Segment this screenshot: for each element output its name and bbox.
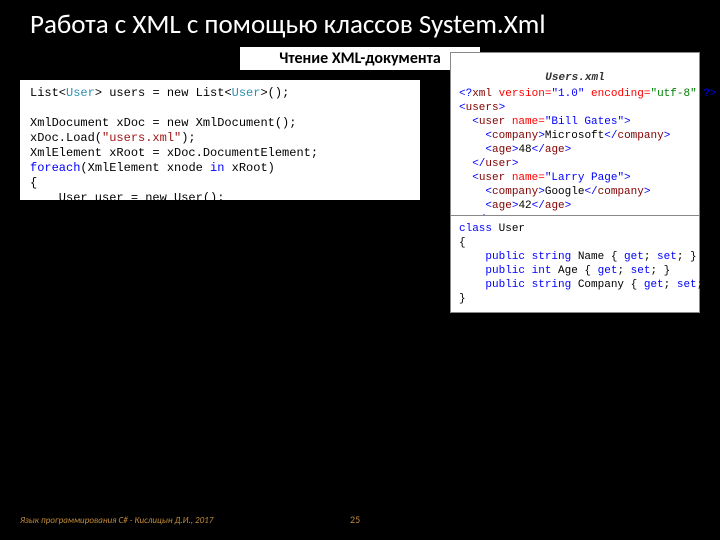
xml-line: <company>Google</company> (459, 186, 650, 198)
code-line: foreach(XmlElement xnode in xRoot) (30, 161, 275, 175)
code-line: XmlElement xRoot = xDoc.DocumentElement; (30, 146, 318, 160)
xml-line: <users> (459, 102, 505, 114)
xml-line: </user> (459, 158, 518, 170)
code-line: } (459, 293, 466, 305)
code-line: { (30, 176, 37, 190)
code-line: { (459, 237, 466, 249)
xml-line: <user name="Bill Gates"> (459, 116, 631, 128)
page-number: 25 (350, 513, 360, 526)
xml-line: <age>42</age> (459, 200, 571, 212)
code-line: XmlDocument xDoc = new XmlDocument(); (30, 116, 296, 130)
slide-title: Работа с XML с помощью классов System.Xm… (0, 0, 720, 45)
xml-filename: Users.xml (459, 71, 691, 85)
xml-line: <age>48</age> (459, 144, 571, 156)
code-line: public int Age { get; set; } (459, 265, 670, 277)
footer-text: Язык программирования C# - Кислицын Д.И.… (20, 515, 213, 526)
code-line: User user = new User(); (30, 191, 224, 200)
csharp-class-block: class User { public string Name { get; s… (450, 215, 700, 313)
code-line: class User (459, 223, 525, 235)
left-code-block: List<User> users = new List<User>(); Xml… (20, 80, 420, 200)
code-line: List<User> users = new List<User>(); (30, 86, 289, 100)
xml-line: <?xml version="1.0" encoding="utf-8" ?> (459, 88, 717, 100)
code-line: xDoc.Load("users.xml"); (30, 131, 196, 145)
slide-subtitle: Чтение XML-документа (240, 47, 480, 70)
code-line: public string Name { get; set; } (459, 251, 697, 263)
xml-line: <company>Microsoft</company> (459, 130, 670, 142)
xml-line: <user name="Larry Page"> (459, 172, 631, 184)
code-line: public string Company { get; set; } (459, 279, 716, 291)
